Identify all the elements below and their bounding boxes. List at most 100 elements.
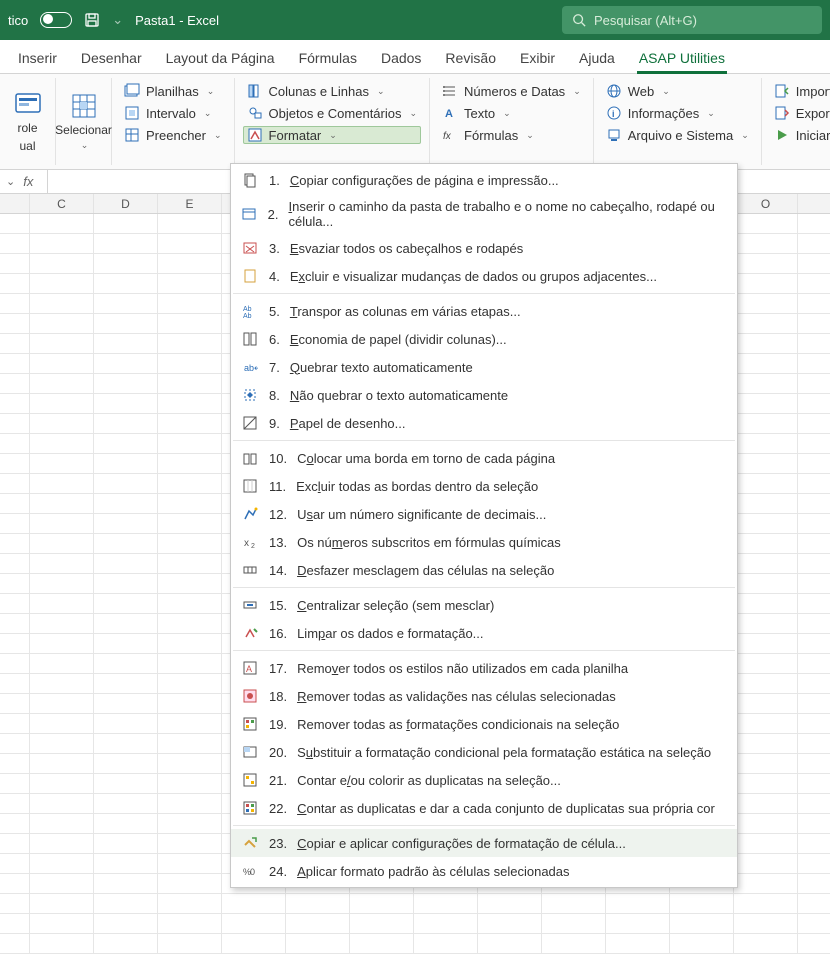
cell[interactable] — [0, 714, 30, 733]
cell[interactable] — [0, 754, 30, 773]
cell[interactable] — [158, 334, 222, 353]
cell[interactable] — [94, 814, 158, 833]
cell[interactable] — [606, 894, 670, 913]
col-header[interactable]: E — [158, 194, 222, 213]
cell[interactable] — [94, 554, 158, 573]
cell[interactable] — [30, 754, 94, 773]
cell[interactable] — [734, 674, 798, 693]
cell[interactable] — [0, 774, 30, 793]
web-button[interactable]: Web⌄ — [602, 82, 753, 100]
cell[interactable] — [0, 274, 30, 293]
cell[interactable] — [158, 314, 222, 333]
cell[interactable] — [670, 934, 734, 953]
cell[interactable] — [94, 674, 158, 693]
cell[interactable] — [158, 794, 222, 813]
cell[interactable] — [0, 534, 30, 553]
search-box[interactable]: Pesquisar (Alt+G) — [562, 6, 822, 34]
cell[interactable] — [0, 394, 30, 413]
cell[interactable] — [158, 654, 222, 673]
cell[interactable] — [734, 774, 798, 793]
cell[interactable] — [734, 814, 798, 833]
numeros-button[interactable]: Números e Datas⌄ — [438, 82, 585, 100]
cell[interactable] — [94, 354, 158, 373]
menu-item-18[interactable]: 18.Remover todas as validações nas célul… — [231, 682, 737, 710]
cell[interactable] — [734, 254, 798, 273]
cell[interactable] — [94, 614, 158, 633]
cell[interactable] — [0, 894, 30, 913]
cell[interactable] — [734, 294, 798, 313]
cell[interactable] — [30, 934, 94, 953]
controle-button[interactable]: role ual — [10, 88, 46, 155]
menu-item-23[interactable]: 23.Copiar e aplicar configurações de for… — [231, 829, 737, 857]
cell[interactable] — [0, 814, 30, 833]
cell[interactable] — [158, 834, 222, 853]
cell[interactable] — [734, 554, 798, 573]
tab-formulas[interactable]: Fórmulas — [287, 44, 369, 73]
cell[interactable] — [30, 834, 94, 853]
cell[interactable] — [30, 434, 94, 453]
cell[interactable] — [414, 894, 478, 913]
cell[interactable] — [94, 434, 158, 453]
cell[interactable] — [94, 214, 158, 233]
cell[interactable] — [158, 874, 222, 893]
cell[interactable] — [30, 674, 94, 693]
cell[interactable] — [30, 574, 94, 593]
col-header[interactable]: C — [30, 194, 94, 213]
menu-item-14[interactable]: 14.Desfazer mesclagem das células na sel… — [231, 556, 737, 584]
cell[interactable] — [734, 274, 798, 293]
cell[interactable] — [158, 214, 222, 233]
menu-item-6[interactable]: 6.Economia de papel (dividir colunas)... — [231, 325, 737, 353]
cell[interactable] — [30, 734, 94, 753]
col-header[interactable]: O — [734, 194, 798, 213]
cell[interactable] — [286, 914, 350, 933]
menu-item-24[interactable]: %024.Aplicar formato padrão às células s… — [231, 857, 737, 885]
cell[interactable] — [94, 774, 158, 793]
cell[interactable] — [30, 314, 94, 333]
cell[interactable] — [0, 794, 30, 813]
menu-item-9[interactable]: 9.Papel de desenho... — [231, 409, 737, 437]
cell[interactable] — [734, 734, 798, 753]
cell[interactable] — [94, 514, 158, 533]
cell[interactable] — [734, 314, 798, 333]
cell[interactable] — [94, 374, 158, 393]
menu-item-20[interactable]: 20.Substituir a formatação condicional p… — [231, 738, 737, 766]
col-header[interactable]: D — [94, 194, 158, 213]
cell[interactable] — [734, 494, 798, 513]
cell[interactable] — [158, 234, 222, 253]
tab-exibir[interactable]: Exibir — [508, 44, 567, 73]
cell[interactable] — [734, 394, 798, 413]
cell[interactable] — [158, 754, 222, 773]
cell[interactable] — [94, 754, 158, 773]
cell[interactable] — [30, 294, 94, 313]
cell[interactable] — [734, 894, 798, 913]
cell[interactable] — [30, 514, 94, 533]
cell[interactable] — [734, 694, 798, 713]
cell[interactable] — [30, 414, 94, 433]
cell[interactable] — [158, 674, 222, 693]
cell[interactable] — [734, 914, 798, 933]
tab-dados[interactable]: Dados — [369, 44, 433, 73]
formulas-button[interactable]: fxFórmulas⌄ — [438, 126, 585, 144]
cell[interactable] — [30, 374, 94, 393]
cell[interactable] — [30, 634, 94, 653]
formatar-button[interactable]: Formatar⌄ — [243, 126, 422, 144]
cell[interactable] — [30, 274, 94, 293]
cell[interactable] — [158, 374, 222, 393]
cell[interactable] — [734, 874, 798, 893]
cell[interactable] — [30, 254, 94, 273]
cell[interactable] — [734, 654, 798, 673]
cell[interactable] — [414, 914, 478, 933]
cell[interactable] — [158, 774, 222, 793]
menu-item-8[interactable]: 8.Não quebrar o texto automaticamente — [231, 381, 737, 409]
cell[interactable] — [734, 934, 798, 953]
cell[interactable] — [0, 634, 30, 653]
cell[interactable] — [158, 574, 222, 593]
cell[interactable] — [350, 894, 414, 913]
cell[interactable] — [286, 934, 350, 953]
cell[interactable] — [30, 894, 94, 913]
autosave-toggle[interactable] — [40, 12, 72, 28]
cell[interactable] — [0, 294, 30, 313]
cell[interactable] — [158, 354, 222, 373]
cell[interactable] — [0, 914, 30, 933]
cell[interactable] — [734, 574, 798, 593]
